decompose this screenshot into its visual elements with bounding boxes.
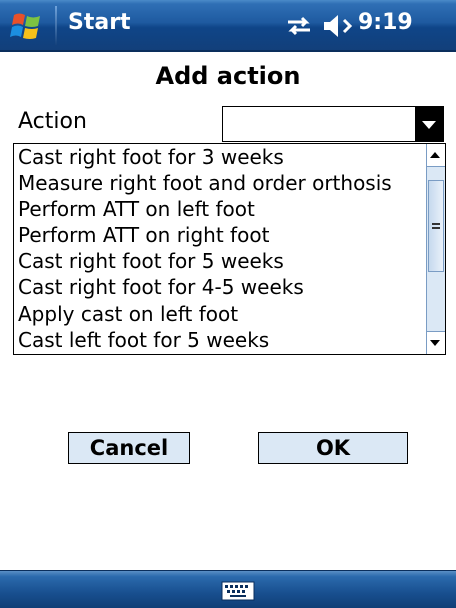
action-dropdown-list[interactable]: Cast right foot for 3 weeks Measure righ…: [13, 143, 446, 355]
list-scrollbar[interactable]: [426, 144, 445, 354]
title-separator: [55, 6, 57, 46]
start-menu-label[interactable]: Start: [68, 10, 131, 35]
scroll-down-icon[interactable]: [427, 331, 445, 354]
clock[interactable]: 9:19: [358, 10, 413, 35]
cancel-button[interactable]: Cancel: [68, 432, 190, 464]
scrollbar-thumb[interactable]: [428, 180, 444, 272]
list-item[interactable]: Cast right foot for 3 weeks: [14, 144, 426, 170]
windows-flag-icon[interactable]: [10, 9, 44, 43]
volume-icon[interactable]: [322, 12, 354, 40]
connectivity-icon[interactable]: [284, 14, 314, 38]
action-list-items: Cast right foot for 3 weeks Measure righ…: [14, 144, 426, 353]
list-item[interactable]: Cast right foot for 4-5 weeks: [14, 274, 426, 300]
page-title: Add action: [155, 62, 301, 90]
chevron-down-icon[interactable]: [415, 107, 443, 141]
list-item[interactable]: Apply cast on left foot: [14, 301, 426, 327]
list-item[interactable]: Perform ATT on right foot: [14, 222, 426, 248]
list-item[interactable]: Measure right foot and order orthosis: [14, 170, 426, 196]
title-bar: Start 9:19: [0, 0, 456, 52]
scroll-up-icon[interactable]: [427, 144, 445, 167]
list-item[interactable]: Cast right foot for 5 weeks: [14, 248, 426, 274]
action-combobox[interactable]: [222, 106, 444, 142]
list-item[interactable]: Perform ATT on left foot: [14, 196, 426, 222]
keyboard-icon[interactable]: [221, 581, 255, 601]
list-item[interactable]: Cast left foot for 5 weeks: [14, 327, 426, 353]
action-label: Action: [18, 109, 87, 134]
grip-icon: [432, 223, 440, 229]
menu-bar: [0, 570, 456, 608]
ok-button[interactable]: OK: [258, 432, 408, 464]
